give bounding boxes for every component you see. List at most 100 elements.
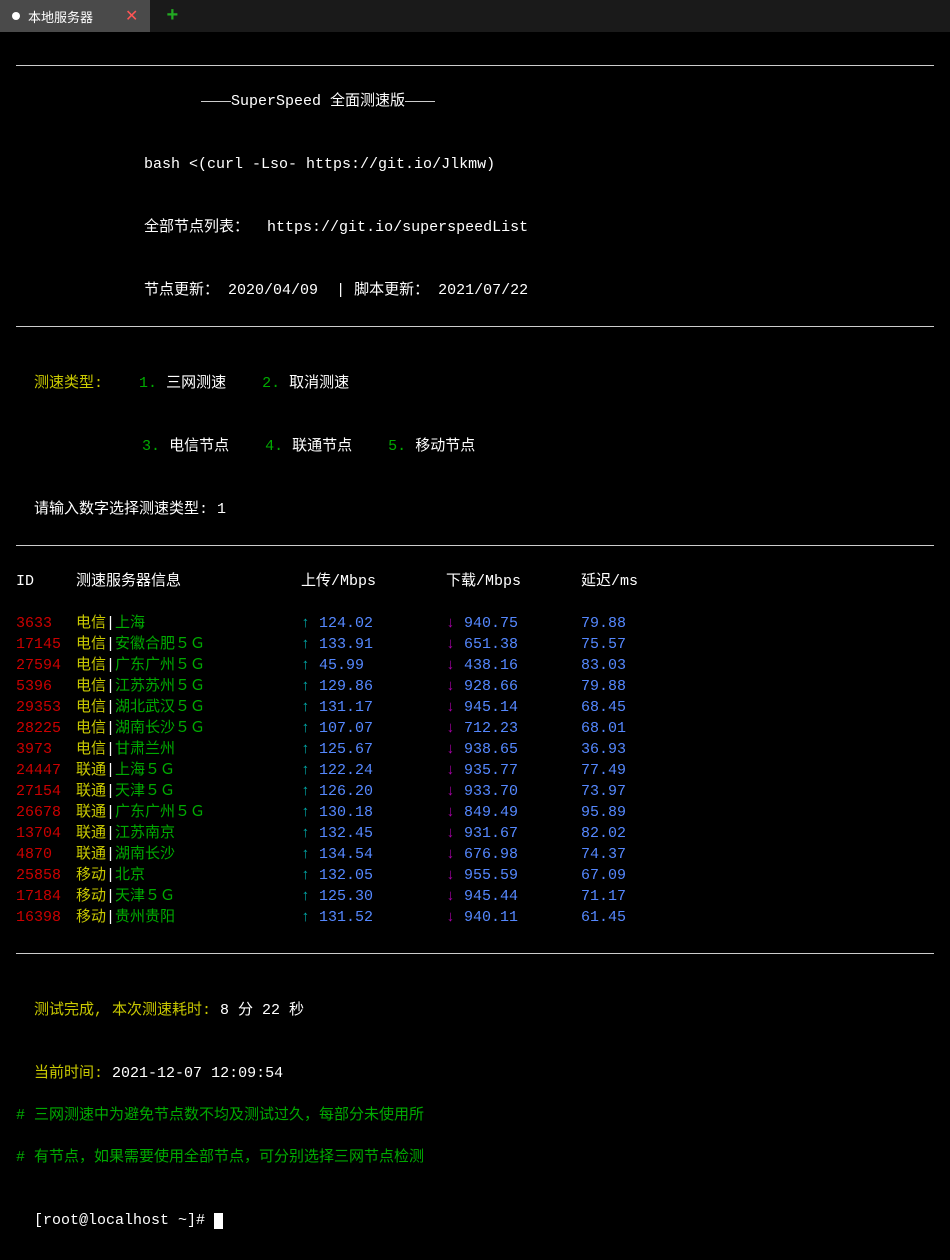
cell-info: 联通|天津５Ｇ <box>76 781 301 802</box>
col-info: 测速服务器信息 <box>76 571 301 592</box>
cell-ping: 83.03 <box>581 655 681 676</box>
cell-upload: ↑ 107.07 <box>301 718 446 739</box>
duration: 8 分 22 秒 <box>220 1002 304 1019</box>
cell-info: 电信|江苏苏州５Ｇ <box>76 676 301 697</box>
cell-download: ↓ 676.98 <box>446 844 581 865</box>
cell-download: ↓ 931.67 <box>446 823 581 844</box>
table-row: 27154联通|天津５Ｇ↑ 126.20↓ 933.7073.97 <box>16 781 934 802</box>
table-row: 29353电信|湖北武汉５Ｇ↑ 131.17↓ 945.1468.45 <box>16 697 934 718</box>
cell-ping: 68.01 <box>581 718 681 739</box>
cell-info: 移动|天津５Ｇ <box>76 886 301 907</box>
cell-ping: 79.88 <box>581 613 681 634</box>
cell-ping: 79.88 <box>581 676 681 697</box>
cell-download: ↓ 928.66 <box>446 676 581 697</box>
cell-id: 25858 <box>16 865 76 886</box>
cell-upload: ↑ 130.18 <box>301 802 446 823</box>
cell-ping: 77.49 <box>581 760 681 781</box>
cell-upload: ↑ 124.02 <box>301 613 446 634</box>
divider <box>16 953 934 954</box>
cell-upload: ↑ 125.30 <box>301 886 446 907</box>
add-tab-icon[interactable]: + <box>166 5 178 28</box>
tab-bar: 本地服务器 ✕ + <box>0 0 950 32</box>
cell-info: 电信|湖北武汉５Ｇ <box>76 697 301 718</box>
node-list-label: 全部节点列表： <box>144 219 249 236</box>
cell-info: 移动|贵州贵阳 <box>76 907 301 928</box>
cell-upload: ↑ 126.20 <box>301 781 446 802</box>
cell-upload: ↑ 131.17 <box>301 697 446 718</box>
cell-info: 电信|安徽合肥５Ｇ <box>76 634 301 655</box>
table-row: 26678联通|广东广州５Ｇ↑ 130.18↓ 849.4995.89 <box>16 802 934 823</box>
cell-download: ↓ 849.49 <box>446 802 581 823</box>
cell-id: 29353 <box>16 697 76 718</box>
cell-id: 3633 <box>16 613 76 634</box>
node-update-label: 节点更新： <box>144 282 219 299</box>
divider <box>16 326 934 327</box>
cell-download: ↓ 651.38 <box>446 634 581 655</box>
col-down: 下载/Mbps <box>446 571 581 592</box>
cell-info: 联通|湖南长沙 <box>76 844 301 865</box>
terminal-output[interactable]: SuperSpeed 全面测速版 bash <(curl -Lso- https… <box>0 32 950 1260</box>
cell-info: 电信|甘肃兰州 <box>76 739 301 760</box>
cell-upload: ↑ 125.67 <box>301 739 446 760</box>
close-icon[interactable]: ✕ <box>125 6 138 26</box>
node-list-url: https://git.io/superspeedList <box>267 219 528 236</box>
table-body: 3633 电信|上海↑ 124.02↓ 940.7579.8817145电信|安… <box>16 613 934 928</box>
prompt-label: 请输入数字选择测速类型: <box>34 501 217 518</box>
menu-label: 测速类型: <box>34 375 103 392</box>
cell-id: 13704 <box>16 823 76 844</box>
cell-download: ↓ 712.23 <box>446 718 581 739</box>
cell-download: ↓ 945.14 <box>446 697 581 718</box>
cell-download: ↓ 933.70 <box>446 781 581 802</box>
time-label: 当前时间: <box>34 1065 103 1082</box>
table-header: ID 测速服务器信息 上传/Mbps 下载/Mbps 延迟/ms <box>16 571 934 592</box>
cell-ping: 36.93 <box>581 739 681 760</box>
cell-upload: ↑ 133.91 <box>301 634 446 655</box>
table-row: 3633 电信|上海↑ 124.02↓ 940.7579.88 <box>16 613 934 634</box>
app-title: SuperSpeed 全面测速版 <box>231 91 405 112</box>
cell-upload: ↑ 45.99 <box>301 655 446 676</box>
cell-upload: ↑ 132.45 <box>301 823 446 844</box>
cell-download: ↓ 940.11 <box>446 907 581 928</box>
complete-label: 测试完成, 本次测速耗时: <box>34 1002 211 1019</box>
opt-num: 1. <box>139 375 157 392</box>
cell-ping: 61.45 <box>581 907 681 928</box>
cell-id: 27594 <box>16 655 76 676</box>
script-update-date: 2021/07/22 <box>438 282 528 299</box>
cell-ping: 75.57 <box>581 634 681 655</box>
opt-num: 5. <box>388 438 406 455</box>
cell-id: 4870 <box>16 844 76 865</box>
cell-id: 5396 <box>16 676 76 697</box>
cell-ping: 71.17 <box>581 886 681 907</box>
opt-text: 移动节点 <box>415 438 475 455</box>
tab-title: 本地服务器 <box>28 7 93 26</box>
shell-prompt: [root@localhost ~]# <box>34 1212 214 1229</box>
script-update-label: 脚本更新： <box>354 282 429 299</box>
cell-ping: 67.09 <box>581 865 681 886</box>
prompt-input: 1 <box>217 501 226 518</box>
cell-id: 27154 <box>16 781 76 802</box>
table-row: 16398移动|贵州贵阳↑ 131.52↓ 940.1161.45 <box>16 907 934 928</box>
cell-download: ↓ 955.59 <box>446 865 581 886</box>
cell-download: ↓ 945.44 <box>446 886 581 907</box>
divider <box>16 65 934 66</box>
cell-ping: 68.45 <box>581 697 681 718</box>
table-row: 27594电信|广东广州５Ｇ↑ 45.99↓ 438.1683.03 <box>16 655 934 676</box>
table-row: 4870 联通|湖南长沙↑ 134.54↓ 676.9874.37 <box>16 844 934 865</box>
table-row: 5396 电信|江苏苏州５Ｇ↑ 129.86↓ 928.6679.88 <box>16 676 934 697</box>
opt-num: 4. <box>265 438 283 455</box>
cell-ping: 95.89 <box>581 802 681 823</box>
cell-upload: ↑ 134.54 <box>301 844 446 865</box>
cell-ping: 73.97 <box>581 781 681 802</box>
opt-text: 电信节点 <box>169 438 229 455</box>
title-line: SuperSpeed 全面测速版 <box>16 91 934 112</box>
cell-upload: ↑ 129.86 <box>301 676 446 697</box>
opt-num: 3. <box>142 438 160 455</box>
table-row: 3973 电信|甘肃兰州↑ 125.67↓ 938.6536.93 <box>16 739 934 760</box>
tab-local-server[interactable]: 本地服务器 ✕ <box>0 0 150 32</box>
cell-id: 24447 <box>16 760 76 781</box>
cell-download: ↓ 940.75 <box>446 613 581 634</box>
opt-num: 2. <box>262 375 280 392</box>
col-ping: 延迟/ms <box>581 571 681 592</box>
cell-info: 联通|江苏南京 <box>76 823 301 844</box>
node-update-date: 2020/04/09 <box>228 282 318 299</box>
